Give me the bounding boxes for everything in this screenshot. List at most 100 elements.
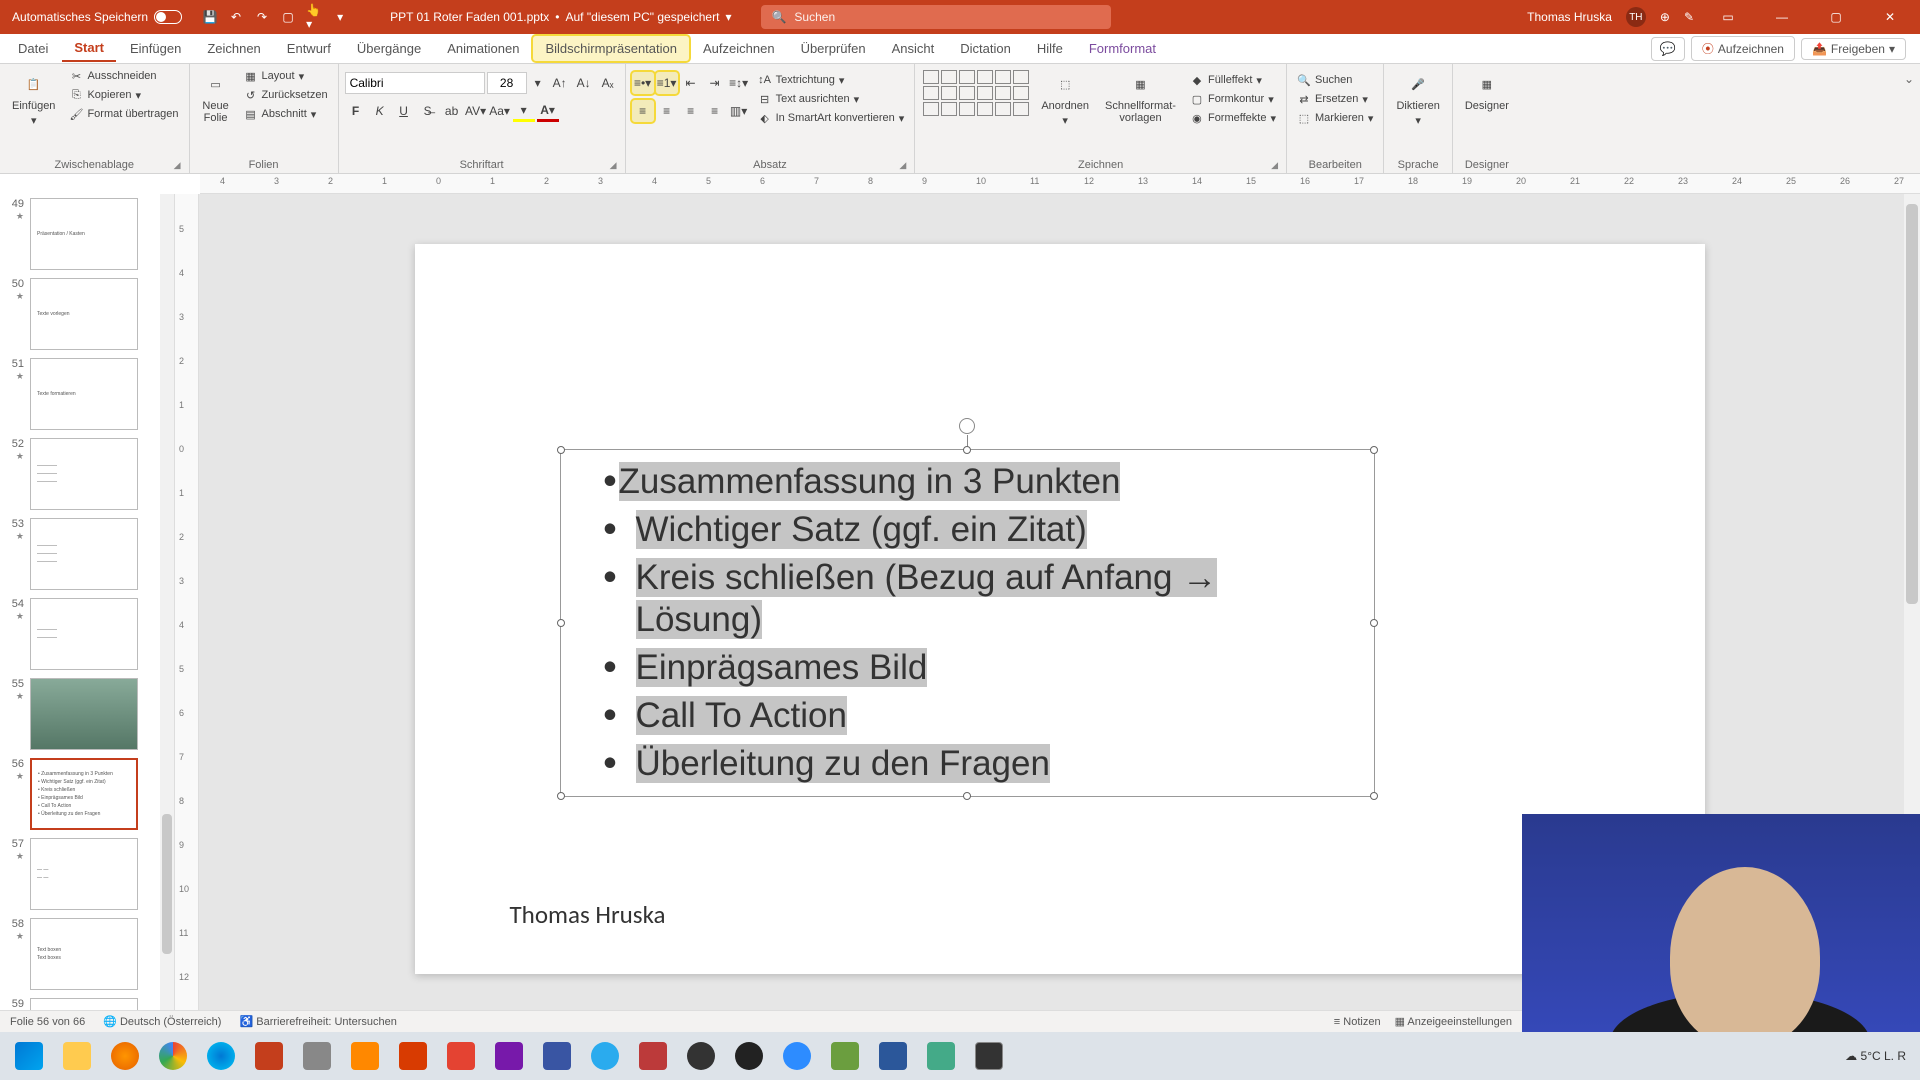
- chevron-down-icon[interactable]: ▾: [725, 10, 731, 24]
- content-textbox[interactable]: Zusammenfassung in 3 Punkten Wichtiger S…: [560, 449, 1375, 797]
- tab-bildschirmpraesentation[interactable]: Bildschirmpräsentation: [533, 36, 689, 61]
- bullet-item[interactable]: Kreis schließen (Bezug auf Anfang → Lösu…: [591, 554, 1344, 644]
- font-size-input[interactable]: [487, 72, 527, 94]
- format-painter-button[interactable]: 🖌Format übertragen: [65, 106, 182, 122]
- cut-button[interactable]: ✂Ausschneiden: [65, 68, 182, 84]
- bullet-item[interactable]: Überleitung zu den Fragen: [591, 740, 1344, 788]
- line-spacing-button[interactable]: ≡↕▾: [728, 72, 750, 94]
- align-left-button[interactable]: ≡: [632, 100, 654, 122]
- reset-button[interactable]: ↺Zurücksetzen: [240, 87, 332, 103]
- decrease-font-icon[interactable]: A↓: [573, 72, 595, 94]
- shape-outline-button[interactable]: ▢Formkontur▾: [1186, 91, 1280, 107]
- edge-icon[interactable]: [198, 1036, 244, 1076]
- app-icon[interactable]: [918, 1036, 964, 1076]
- tab-ueberpruefen[interactable]: Überprüfen: [789, 36, 878, 61]
- resize-handle[interactable]: [557, 619, 565, 627]
- dictate-button[interactable]: 🎤Diktieren▾: [1390, 68, 1445, 129]
- tab-zeichnen[interactable]: Zeichnen: [195, 36, 272, 61]
- explorer-icon[interactable]: [54, 1036, 100, 1076]
- resize-handle[interactable]: [1370, 619, 1378, 627]
- comments-icon[interactable]: 💬: [1651, 37, 1685, 61]
- align-text-button[interactable]: ⊟Text ausrichten▾: [754, 91, 909, 107]
- tab-datei[interactable]: Datei: [6, 36, 60, 61]
- launcher-icon[interactable]: ◢: [899, 160, 906, 171]
- layout-button[interactable]: ▦Layout▾: [240, 68, 332, 84]
- find-button[interactable]: 🔍Suchen: [1293, 72, 1377, 88]
- slideshow-icon[interactable]: ▢: [280, 9, 296, 25]
- maximize-icon[interactable]: ▢: [1816, 0, 1856, 34]
- font-color-button[interactable]: A▾: [537, 100, 559, 122]
- justify-button[interactable]: ≡: [704, 100, 726, 122]
- collapse-ribbon-icon[interactable]: ⌄: [1904, 72, 1914, 86]
- word-icon[interactable]: [870, 1036, 916, 1076]
- thumb-slide-50[interactable]: 50★Texte vorlegen: [0, 274, 160, 354]
- pen-icon[interactable]: ✎: [1684, 10, 1694, 24]
- minimize-icon[interactable]: —: [1762, 0, 1802, 34]
- thumb-slide-56[interactable]: 56★• Zusammenfassung in 3 Punkten• Wicht…: [0, 754, 160, 834]
- powerpoint-icon[interactable]: [246, 1036, 292, 1076]
- undo-icon[interactable]: ↶: [228, 9, 244, 25]
- obs-icon[interactable]: [678, 1036, 724, 1076]
- slide-thumbnails[interactable]: 49★Präsentation / Kasten50★Texte vorlege…: [0, 194, 175, 1030]
- decrease-indent-button[interactable]: ⇤: [680, 72, 702, 94]
- copy-button[interactable]: ⎘Kopieren▾: [65, 87, 182, 103]
- shape-fill-button[interactable]: ◆Fülleffekt▾: [1186, 72, 1280, 88]
- bullet-item[interactable]: Wichtiger Satz (ggf. ein Zitat): [591, 506, 1344, 554]
- strike-button[interactable]: S̶: [417, 100, 439, 122]
- app-icon[interactable]: [390, 1036, 436, 1076]
- paste-button[interactable]: 📋Einfügen▾: [6, 68, 61, 129]
- launcher-icon[interactable]: ◢: [1271, 160, 1278, 171]
- font-size-dropdown[interactable]: ▾: [529, 74, 547, 92]
- italic-button[interactable]: K: [369, 100, 391, 122]
- clear-format-icon[interactable]: Aₓ: [597, 72, 619, 94]
- qat-customize-icon[interactable]: ▾: [332, 9, 348, 25]
- resize-handle[interactable]: [557, 446, 565, 454]
- shape-effects-button[interactable]: ◉Formeffekte▾: [1186, 110, 1280, 126]
- new-slide-button[interactable]: ▭Neue Folie: [196, 68, 236, 126]
- resize-handle[interactable]: [557, 792, 565, 800]
- tab-animationen[interactable]: Animationen: [435, 36, 531, 61]
- increase-font-icon[interactable]: A↑: [549, 72, 571, 94]
- columns-button[interactable]: ▥▾: [728, 100, 750, 122]
- onenote-icon[interactable]: [486, 1036, 532, 1076]
- thumb-slide-58[interactable]: 58★Text boxenText boxes: [0, 914, 160, 994]
- underline-button[interactable]: U: [393, 100, 415, 122]
- highlight-button[interactable]: ▾: [513, 100, 535, 122]
- app-icon[interactable]: [630, 1036, 676, 1076]
- thumb-slide-52[interactable]: 52★————————————: [0, 434, 160, 514]
- touch-mode-icon[interactable]: 👆▾: [306, 9, 322, 25]
- thumb-slide-53[interactable]: 53★————————————: [0, 514, 160, 594]
- font-name-input[interactable]: [345, 72, 485, 94]
- document-name[interactable]: PPT 01 Roter Faden 001.pptx: [390, 10, 549, 24]
- tab-entwurf[interactable]: Entwurf: [275, 36, 343, 61]
- firefox-icon[interactable]: [102, 1036, 148, 1076]
- thumb-slide-54[interactable]: 54★————————: [0, 594, 160, 674]
- chrome-icon[interactable]: [150, 1036, 196, 1076]
- tab-dictation[interactable]: Dictation: [948, 36, 1023, 61]
- bullet-item[interactable]: Call To Action: [591, 692, 1344, 740]
- align-right-button[interactable]: ≡: [680, 100, 702, 122]
- tab-einfuegen[interactable]: Einfügen: [118, 36, 193, 61]
- user-avatar[interactable]: TH: [1626, 7, 1646, 27]
- quick-styles-button[interactable]: ▦Schnellformat- vorlagen: [1099, 68, 1182, 126]
- app-icon[interactable]: [822, 1036, 868, 1076]
- thumb-slide-51[interactable]: 51★Texte formatieren: [0, 354, 160, 434]
- accessibility-status[interactable]: ♿ Barrierefreiheit: Untersuchen: [239, 1015, 396, 1028]
- redo-icon[interactable]: ↷: [254, 9, 270, 25]
- app-icon[interactable]: [294, 1036, 340, 1076]
- smartart-button[interactable]: ⬖In SmartArt konvertieren▾: [754, 110, 909, 126]
- share-button[interactable]: 📤Freigeben▾: [1801, 38, 1906, 60]
- resize-handle[interactable]: [963, 446, 971, 454]
- thumbs-scrollbar[interactable]: [160, 194, 174, 1030]
- arrange-button[interactable]: ⬚Anordnen▾: [1035, 68, 1095, 129]
- resize-handle[interactable]: [1370, 446, 1378, 454]
- tab-uebergaenge[interactable]: Übergänge: [345, 36, 433, 61]
- bullets-button[interactable]: ≡•▾: [632, 72, 654, 94]
- text-direction-button[interactable]: ↕ATextrichtung▾: [754, 72, 909, 88]
- bold-button[interactable]: F: [345, 100, 367, 122]
- app-icon[interactable]: [966, 1036, 1012, 1076]
- record-button[interactable]: ⦿Aufzeichnen: [1691, 36, 1795, 61]
- ruler-horizontal[interactable]: 4321012345678910111213141516171819202122…: [200, 174, 1920, 194]
- autosave-toggle[interactable]: [154, 10, 182, 24]
- resize-handle[interactable]: [963, 792, 971, 800]
